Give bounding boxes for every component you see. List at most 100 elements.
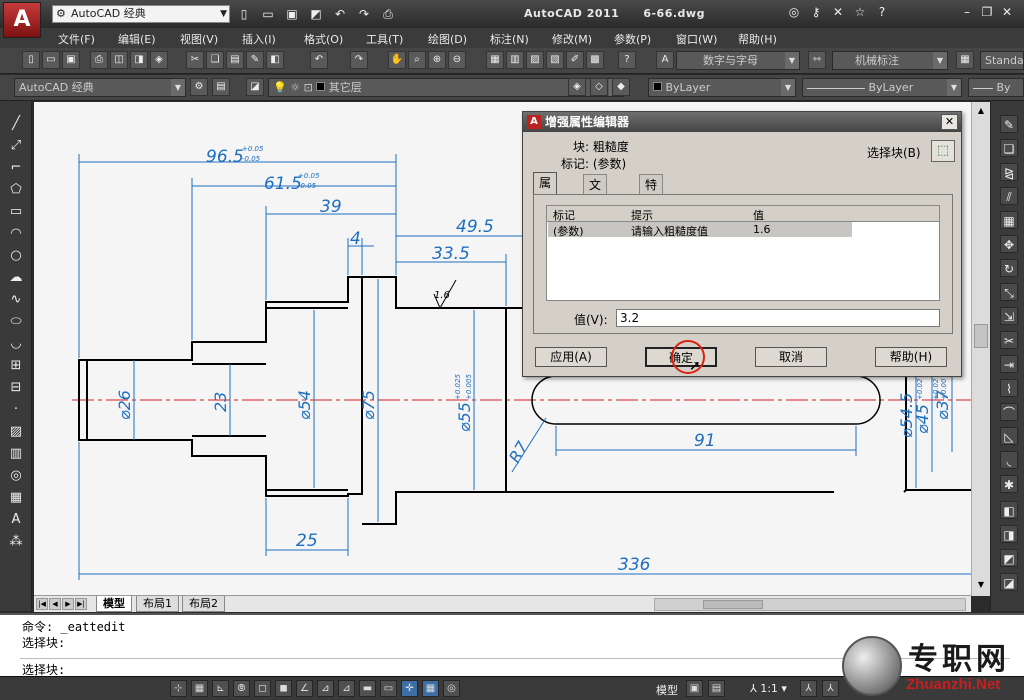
text-style-combo[interactable]: 数字与字母 ▼	[676, 51, 800, 70]
block-editor-icon[interactable]: ◧	[266, 51, 284, 69]
annotation-visibility-icon[interactable]: ⅄	[800, 680, 817, 697]
publish-icon[interactable]: ◨	[130, 51, 148, 69]
linetype-combo[interactable]: ByLayer ▼	[802, 78, 962, 97]
menu-view[interactable]: 视图(V)	[180, 31, 218, 47]
key-icon[interactable]: ⚷	[808, 5, 824, 19]
column-prompt[interactable]: 提示	[631, 207, 653, 223]
model-space-label[interactable]: 模型	[656, 682, 678, 698]
rectangle-icon[interactable]: ▭	[7, 203, 25, 221]
text-front-icon[interactable]: ◪	[1000, 573, 1018, 591]
selection-cycling-icon[interactable]: ▦	[422, 680, 439, 697]
undo-icon[interactable]: ↶	[310, 51, 328, 69]
insert-block-icon[interactable]: ⊞	[7, 357, 25, 375]
help-button[interactable]: 帮助(H)	[875, 347, 947, 367]
gradient-icon[interactable]: ▥	[7, 445, 25, 463]
save-icon[interactable]: ▣	[62, 51, 80, 69]
prev-tab-icon[interactable]: ◀	[49, 598, 61, 610]
circle-icon[interactable]: ○	[7, 247, 25, 265]
text-style-icon[interactable]: A	[656, 51, 674, 69]
ortho-icon[interactable]: ⊾	[212, 680, 229, 697]
quick-view-layouts-icon[interactable]: ▣	[686, 680, 703, 697]
line-icon[interactable]: ╱	[7, 115, 25, 133]
print-icon[interactable]: ⎙	[378, 5, 398, 23]
paste-icon[interactable]: ▤	[226, 51, 244, 69]
multiline-text-icon[interactable]: A	[7, 511, 25, 529]
polygon-icon[interactable]: ⬠	[7, 181, 25, 199]
star-icon[interactable]: ☆	[852, 5, 868, 19]
grid-icon[interactable]: ▦	[191, 680, 208, 697]
autoscale-icon[interactable]: ⅄	[822, 680, 839, 697]
tab-text-options[interactable]: 文字选项	[583, 174, 608, 252]
table-icon[interactable]: ▦	[7, 489, 25, 507]
tpy-icon[interactable]: ▭	[380, 680, 397, 697]
erase-icon[interactable]: ✎	[1000, 115, 1018, 133]
horizontal-scrollbar[interactable]	[654, 598, 966, 611]
point-icon[interactable]: ·	[7, 401, 25, 419]
tool-palettes-icon[interactable]: ▨	[526, 51, 544, 69]
annomonitor-icon[interactable]: ◎	[443, 680, 460, 697]
osnap-icon[interactable]: ◻	[254, 680, 271, 697]
tab-model[interactable]: 模型	[96, 596, 132, 612]
application-menu-button[interactable]: A	[3, 2, 41, 38]
restore-icon[interactable]: ❐	[980, 5, 994, 19]
chamfer-icon[interactable]: ◺	[1000, 427, 1018, 445]
menu-parametric[interactable]: 参数(P)	[614, 31, 651, 47]
lineweight-icon[interactable]: ▬	[359, 680, 376, 697]
array-icon[interactable]: ▦	[1000, 211, 1018, 229]
snap-icon[interactable]: ⊹	[170, 680, 187, 697]
table-row[interactable]: (参数) 请输入粗糙度值 1.6	[548, 222, 852, 238]
break-icon[interactable]: ⌇	[1000, 379, 1018, 397]
zoom-window-icon[interactable]: ⊕	[428, 51, 446, 69]
ducs-icon[interactable]: ⊿	[317, 680, 334, 697]
make-current-icon[interactable]: ◈	[568, 78, 586, 96]
open-icon[interactable]: ▭	[42, 51, 60, 69]
layer-properties-icon[interactable]: ◪	[246, 78, 264, 96]
menu-format[interactable]: 格式(O)	[304, 31, 343, 47]
workspace-switcher[interactable]: ⚙ AutoCAD 经典 ▼	[52, 5, 230, 23]
zoom-realtime-icon[interactable]: ⌕	[408, 51, 426, 69]
preview-icon[interactable]: ◫	[110, 51, 128, 69]
last-tab-icon[interactable]: ▶|	[75, 598, 87, 610]
menu-window[interactable]: 窗口(W)	[676, 31, 717, 47]
help-icon[interactable]: ?	[618, 51, 636, 69]
tab-layout1[interactable]: 布局1	[136, 596, 179, 612]
extend-icon[interactable]: ⇥	[1000, 355, 1018, 373]
offset-icon[interactable]: ⫽	[1000, 187, 1018, 205]
select-block-button[interactable]: ⬚	[931, 140, 955, 162]
dialog-close-button[interactable]: ✕	[941, 114, 958, 130]
join-icon[interactable]: ⌒	[1000, 403, 1018, 421]
attribute-list[interactable]: 标记 提示 值 (参数) 请输入粗糙度值 1.6	[546, 205, 940, 301]
cancel-button[interactable]: 取消	[755, 347, 827, 367]
scale-icon[interactable]: ⤡	[1000, 283, 1018, 301]
menu-modify[interactable]: 修改(M)	[552, 31, 592, 47]
menu-edit[interactable]: 编辑(E)	[118, 31, 156, 47]
stretch-icon[interactable]: ⇲	[1000, 307, 1018, 325]
properties-icon[interactable]: ▦	[486, 51, 504, 69]
customize-icon[interactable]: ▤	[212, 78, 230, 96]
pan-icon[interactable]: ✋	[388, 51, 406, 69]
table-style-icon[interactable]: ▦	[956, 51, 974, 69]
lineweight-combo[interactable]: By	[968, 78, 1024, 97]
exchange-icon[interactable]: ✕	[830, 5, 846, 19]
layer-state-icon[interactable]: ◆	[612, 78, 630, 96]
arc-icon[interactable]: ◠	[7, 225, 25, 243]
sheet-set-icon[interactable]: ▧	[546, 51, 564, 69]
dim-style-combo[interactable]: 机械标注 ▼	[832, 51, 948, 70]
cut-icon[interactable]: ✂	[186, 51, 204, 69]
undo-icon[interactable]: ↶	[330, 5, 350, 23]
column-value[interactable]: 值	[753, 207, 764, 223]
fillet-icon[interactable]: ◟	[1000, 451, 1018, 469]
construction-line-icon[interactable]: ⤢	[7, 137, 25, 155]
workspace-combo[interactable]: AutoCAD 经典 ▼	[14, 78, 186, 97]
menu-tools[interactable]: 工具(T)	[366, 31, 403, 47]
copy-object-icon[interactable]: ❏	[1000, 139, 1018, 157]
save-icon[interactable]: ▣	[282, 5, 302, 23]
qnew-icon[interactable]: ▯	[22, 51, 40, 69]
scroll-up-icon[interactable]: ▲	[974, 104, 988, 118]
new-file-icon[interactable]: ▯	[234, 5, 254, 23]
ok-button[interactable]: 确定	[645, 347, 717, 367]
quick-view-drawings-icon[interactable]: ▤	[708, 680, 725, 697]
first-tab-icon[interactable]: |◀	[36, 598, 48, 610]
binoculars-icon[interactable]: ◎	[786, 5, 802, 19]
menu-dimension[interactable]: 标注(N)	[490, 31, 529, 47]
